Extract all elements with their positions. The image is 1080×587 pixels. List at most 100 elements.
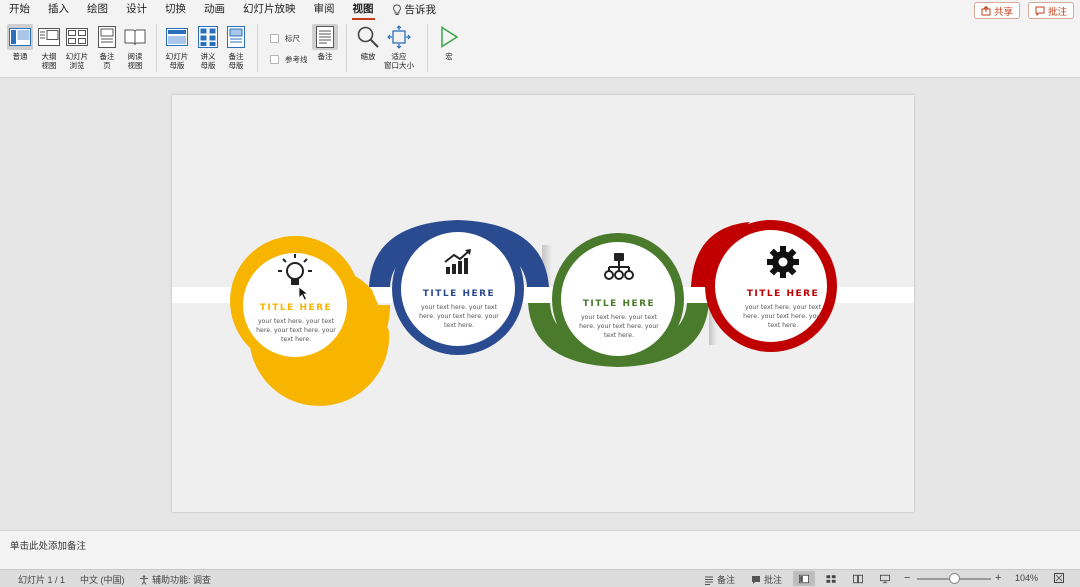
- ribbon-view: 普通 大纲 视图 幻灯片 浏览 备注 页 阅读 视图 幻灯片 母版 讲义 母版 …: [0, 20, 1080, 78]
- card-3-body-line-1: your text here. your text: [581, 314, 658, 321]
- notes-master-label: 备注 母版: [228, 52, 244, 70]
- card-1-title: TITLE HERE: [260, 303, 332, 313]
- card-4-body-line-3: text here.: [768, 322, 798, 329]
- language-label: 中文 (中国): [80, 575, 125, 585]
- tab-home[interactable]: 开始: [0, 0, 39, 20]
- notes-page-label: 备注 页: [99, 52, 115, 70]
- card-2-title: TITLE HERE: [423, 289, 495, 299]
- card-3-title: TITLE HERE: [583, 299, 655, 309]
- reading-view-icon: [124, 29, 146, 46]
- slide-sorter-status-icon: [826, 574, 836, 583]
- tab-insert[interactable]: 插入: [39, 0, 78, 20]
- language-indicator[interactable]: 中文 (中国): [80, 573, 125, 586]
- guides-checkbox[interactable]: 参考线: [270, 54, 308, 65]
- share-button[interactable]: 共享: [973, 2, 1020, 19]
- slide-master-button[interactable]: 幻灯片 母版: [164, 24, 190, 70]
- card-3-body-line-3: text here.: [604, 332, 634, 339]
- notes-master-icon: [227, 26, 245, 48]
- zoom-button[interactable]: 缩放: [355, 24, 381, 61]
- ribbon-tabs: 开始 插入 绘图 设计 切换 动画 幻灯片放映 审阅 视图 告诉我 共享 批注: [0, 0, 1080, 20]
- lightbulb-icon: [392, 4, 401, 15]
- handout-master-icon: [198, 26, 218, 48]
- fit-slide-button[interactable]: [1054, 573, 1064, 583]
- zoom-in-button[interactable]: +: [995, 572, 1001, 584]
- minus-icon: −: [904, 572, 911, 584]
- slide-counter-label: 幻灯片 1 / 1: [18, 575, 66, 585]
- normal-view-status-icon: [799, 574, 809, 583]
- card-4-title: TITLE HERE: [747, 289, 819, 299]
- zoom-level-label: 104%: [1015, 573, 1039, 583]
- fit-window-label: 适应 窗口大小: [384, 52, 414, 70]
- comments-button[interactable]: 批注: [1027, 2, 1074, 19]
- slide-sorter-button[interactable]: 幻灯片 浏览: [64, 24, 90, 70]
- notes-status-icon: [705, 576, 713, 585]
- ruler-checkbox[interactable]: 标尺: [270, 33, 300, 44]
- card-2-body-line-1: your text here. your text: [421, 304, 498, 311]
- comments-status-button[interactable]: 批注: [751, 573, 782, 586]
- zoom-out-button[interactable]: −: [904, 572, 910, 584]
- ribbon-separator: [346, 24, 347, 72]
- slide-master-icon: [166, 28, 188, 46]
- card-3-body-line-2: here. your text here. your: [579, 323, 659, 330]
- tab-design[interactable]: 设计: [117, 0, 156, 20]
- slide-sorter-status-button[interactable]: [820, 571, 842, 586]
- card-1-body-line-1: your text here. your text: [258, 318, 335, 325]
- card-1-body-line-2: here. your text here. your: [256, 327, 336, 334]
- tab-animations[interactable]: 动画: [195, 0, 234, 20]
- notes-toggle-button[interactable]: 备注: [312, 24, 338, 61]
- play-macro-icon: [441, 26, 459, 48]
- outline-view-label: 大纲 视图: [41, 52, 57, 70]
- slide-sorter-icon: [66, 28, 88, 46]
- tab-view[interactable]: 视图: [344, 0, 383, 20]
- normal-view-status-button[interactable]: [793, 571, 815, 586]
- notes-pane[interactable]: 单击此处添加备注: [0, 530, 1080, 569]
- tab-transitions[interactable]: 切换: [156, 0, 195, 20]
- normal-view-label: 普通: [12, 52, 28, 61]
- slide-counter: 幻灯片 1 / 1: [18, 573, 65, 586]
- ribbon-separator: [427, 24, 428, 72]
- plus-icon: +: [995, 572, 1002, 584]
- outline-view-button[interactable]: 大纲 视图: [36, 24, 62, 70]
- tell-me-box[interactable]: 告诉我: [383, 0, 446, 20]
- guides-label: 参考线: [285, 55, 308, 64]
- notes-page-button[interactable]: 备注 页: [94, 24, 120, 70]
- zoom-level[interactable]: 104%: [1015, 573, 1038, 583]
- notes-status-label: 备注: [717, 575, 736, 585]
- infographic-card-1[interactable]: TITLE HERE your text here. your text her…: [230, 236, 390, 406]
- comment-icon: [1035, 6, 1045, 16]
- reading-view-button[interactable]: 阅读 视图: [122, 24, 148, 70]
- tell-me-label: 告诉我: [404, 3, 437, 16]
- card-1-body-line-3: text here.: [281, 336, 311, 343]
- slide-master-label: 幻灯片 母版: [165, 52, 189, 70]
- macros-button[interactable]: 宏: [436, 24, 462, 61]
- card-2-body-line-2: here. your text here. your: [419, 313, 499, 320]
- notes-toggle-label: 备注: [317, 52, 333, 61]
- fit-window-icon: [387, 25, 411, 49]
- normal-view-button[interactable]: 普通: [7, 24, 33, 61]
- reading-view-status-button[interactable]: [847, 571, 869, 586]
- handout-master-label: 讲义 母版: [200, 52, 216, 70]
- outline-view-icon: [38, 28, 60, 46]
- slideshow-status-icon: [880, 574, 890, 583]
- slideshow-status-button[interactable]: [874, 571, 896, 586]
- notes-page-icon: [98, 26, 116, 48]
- handout-master-button[interactable]: 讲义 母版: [195, 24, 221, 70]
- accessibility-icon: [140, 574, 148, 585]
- ruler-label: 标尺: [285, 34, 300, 43]
- zoom-label: 缩放: [360, 52, 376, 61]
- zoom-slider-thumb[interactable]: [949, 573, 960, 584]
- tab-slideshow[interactable]: 幻灯片放映: [234, 0, 305, 20]
- notes-master-button[interactable]: 备注 母版: [223, 24, 249, 70]
- normal-view-icon: [9, 28, 31, 46]
- fit-window-button[interactable]: 适应 窗口大小: [384, 24, 414, 70]
- notes-status-button[interactable]: 备注: [704, 573, 735, 586]
- accessibility-checker[interactable]: 辅助功能: 调查: [139, 573, 211, 586]
- tab-review[interactable]: 审阅: [305, 0, 344, 20]
- slide-canvas[interactable]: TITLE HERE your text here. your text her…: [172, 95, 914, 512]
- comments-status-label: 批注: [764, 575, 783, 585]
- tab-draw[interactable]: 绘图: [78, 0, 117, 20]
- ribbon-separator: [156, 24, 157, 72]
- magnifier-icon: [357, 26, 379, 48]
- guides-checkbox-box[interactable]: [270, 55, 279, 64]
- ruler-checkbox-box[interactable]: [270, 34, 279, 43]
